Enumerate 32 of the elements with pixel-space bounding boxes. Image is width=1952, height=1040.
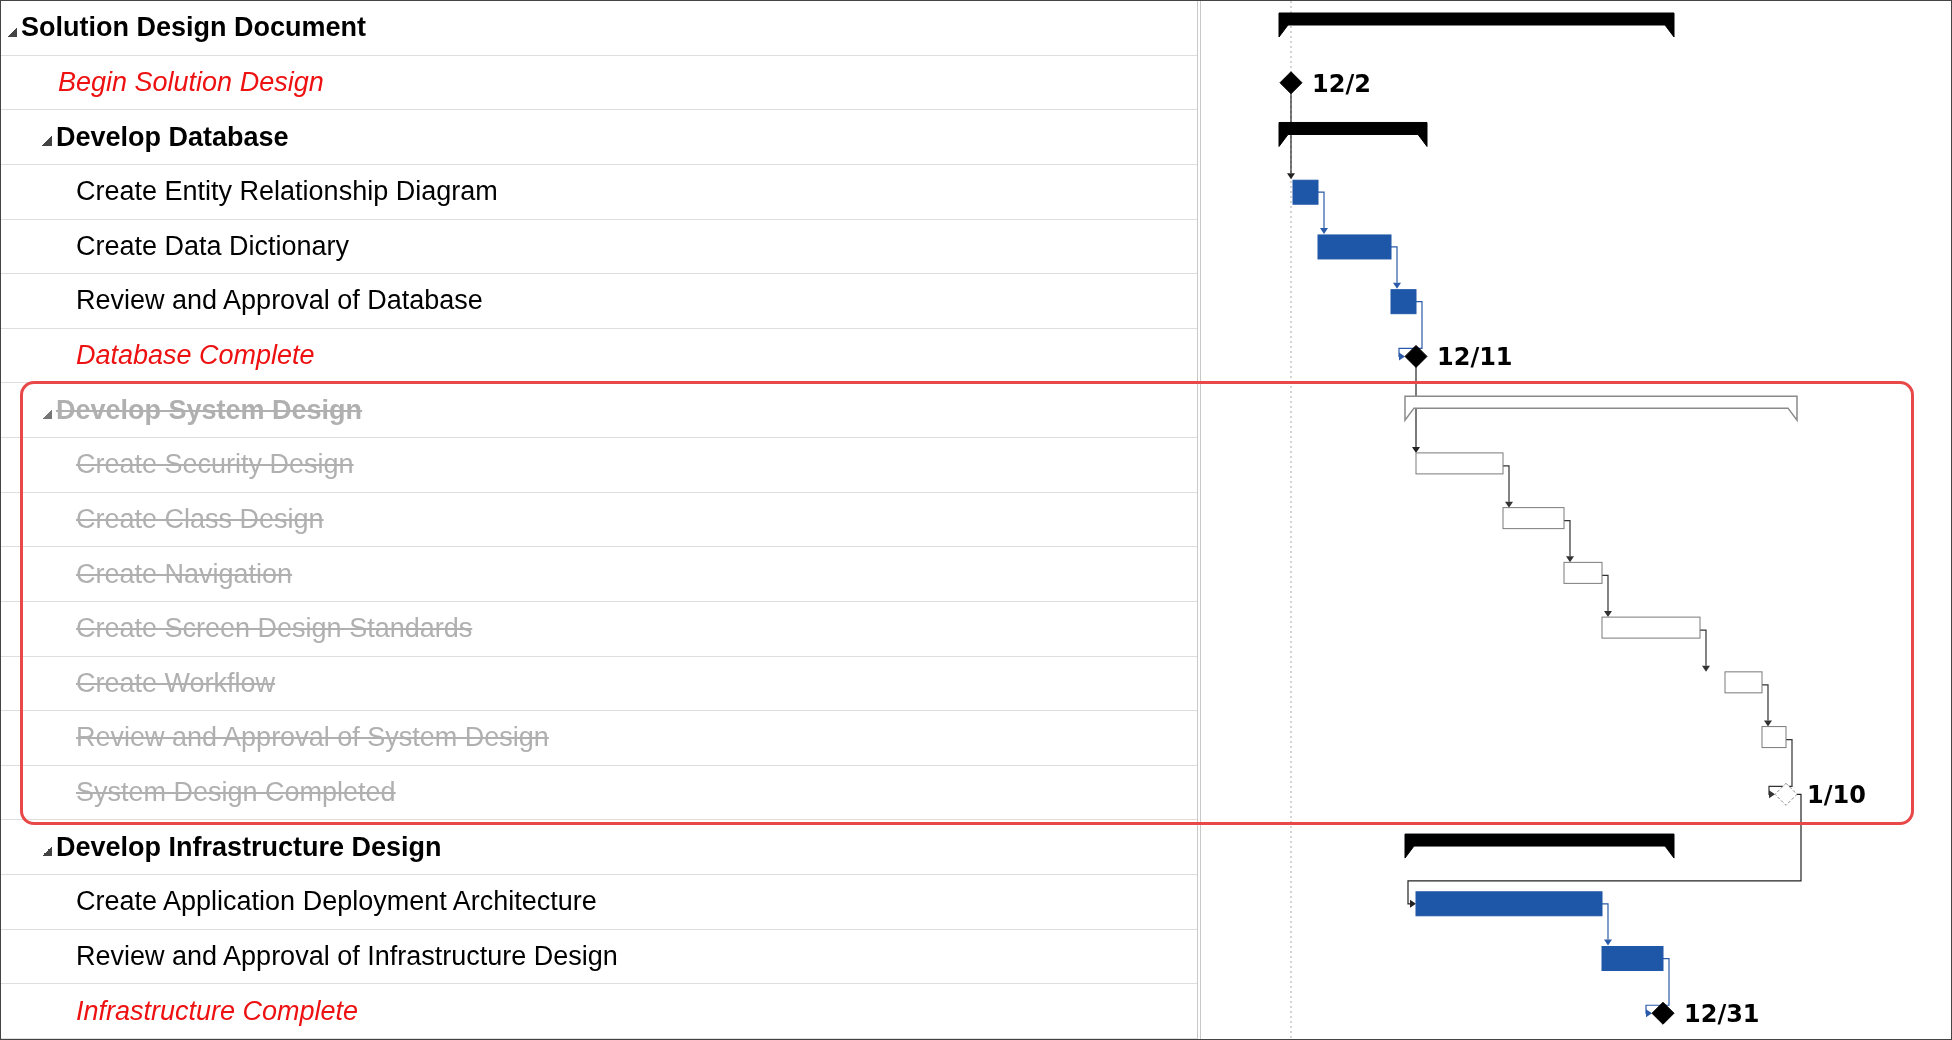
- task-name: Develop Infrastructure Design: [56, 831, 442, 863]
- task-name: Database Complete: [76, 340, 315, 372]
- task-name: Infrastructure Complete: [76, 995, 359, 1027]
- task-name: Begin Solution Design: [58, 66, 324, 98]
- dependency-arrow: [1390, 246, 1401, 289]
- date-label: 12/31: [1684, 1000, 1760, 1029]
- task-name: Review and Approval of Database: [76, 285, 483, 317]
- dependency-arrow: [1761, 684, 1772, 727]
- task-name: Create Security Design: [76, 449, 354, 481]
- date-label: 12/11: [1437, 343, 1513, 372]
- task-name: Create Class Design: [76, 503, 324, 535]
- task-name: System Design Completed: [76, 777, 396, 809]
- task-name: Develop Database: [56, 121, 289, 153]
- dependency-arrow: [1563, 520, 1574, 563]
- task-name: Create Entity Relationship Diagram: [76, 176, 498, 208]
- task-name: Create Application Deployment Architecture: [76, 886, 597, 918]
- task-name: Solution Design Document: [21, 12, 366, 44]
- date-label: 1/10: [1807, 781, 1866, 810]
- dependency-arrow: [1699, 629, 1710, 672]
- task-name: Create Screen Design Standards: [76, 613, 473, 645]
- task-name: Create Data Dictionary: [76, 230, 350, 262]
- task-name: Develop System Design: [56, 394, 363, 426]
- dependency-arrow: [1502, 465, 1513, 508]
- dependency-arrow: [1398, 301, 1423, 361]
- task-name: Review and Approval of Infrastructure Design: [76, 940, 618, 972]
- dependency-arrow: [1317, 191, 1328, 234]
- dependency-arrow: [1645, 957, 1670, 1018]
- task-name: Create Workflow: [76, 667, 276, 699]
- date-label: 12/2: [1312, 69, 1371, 98]
- dependency-arrow: [1601, 574, 1612, 618]
- task-name: Review and Approval of System Design: [76, 722, 549, 754]
- task-name: Create Navigation: [76, 558, 293, 590]
